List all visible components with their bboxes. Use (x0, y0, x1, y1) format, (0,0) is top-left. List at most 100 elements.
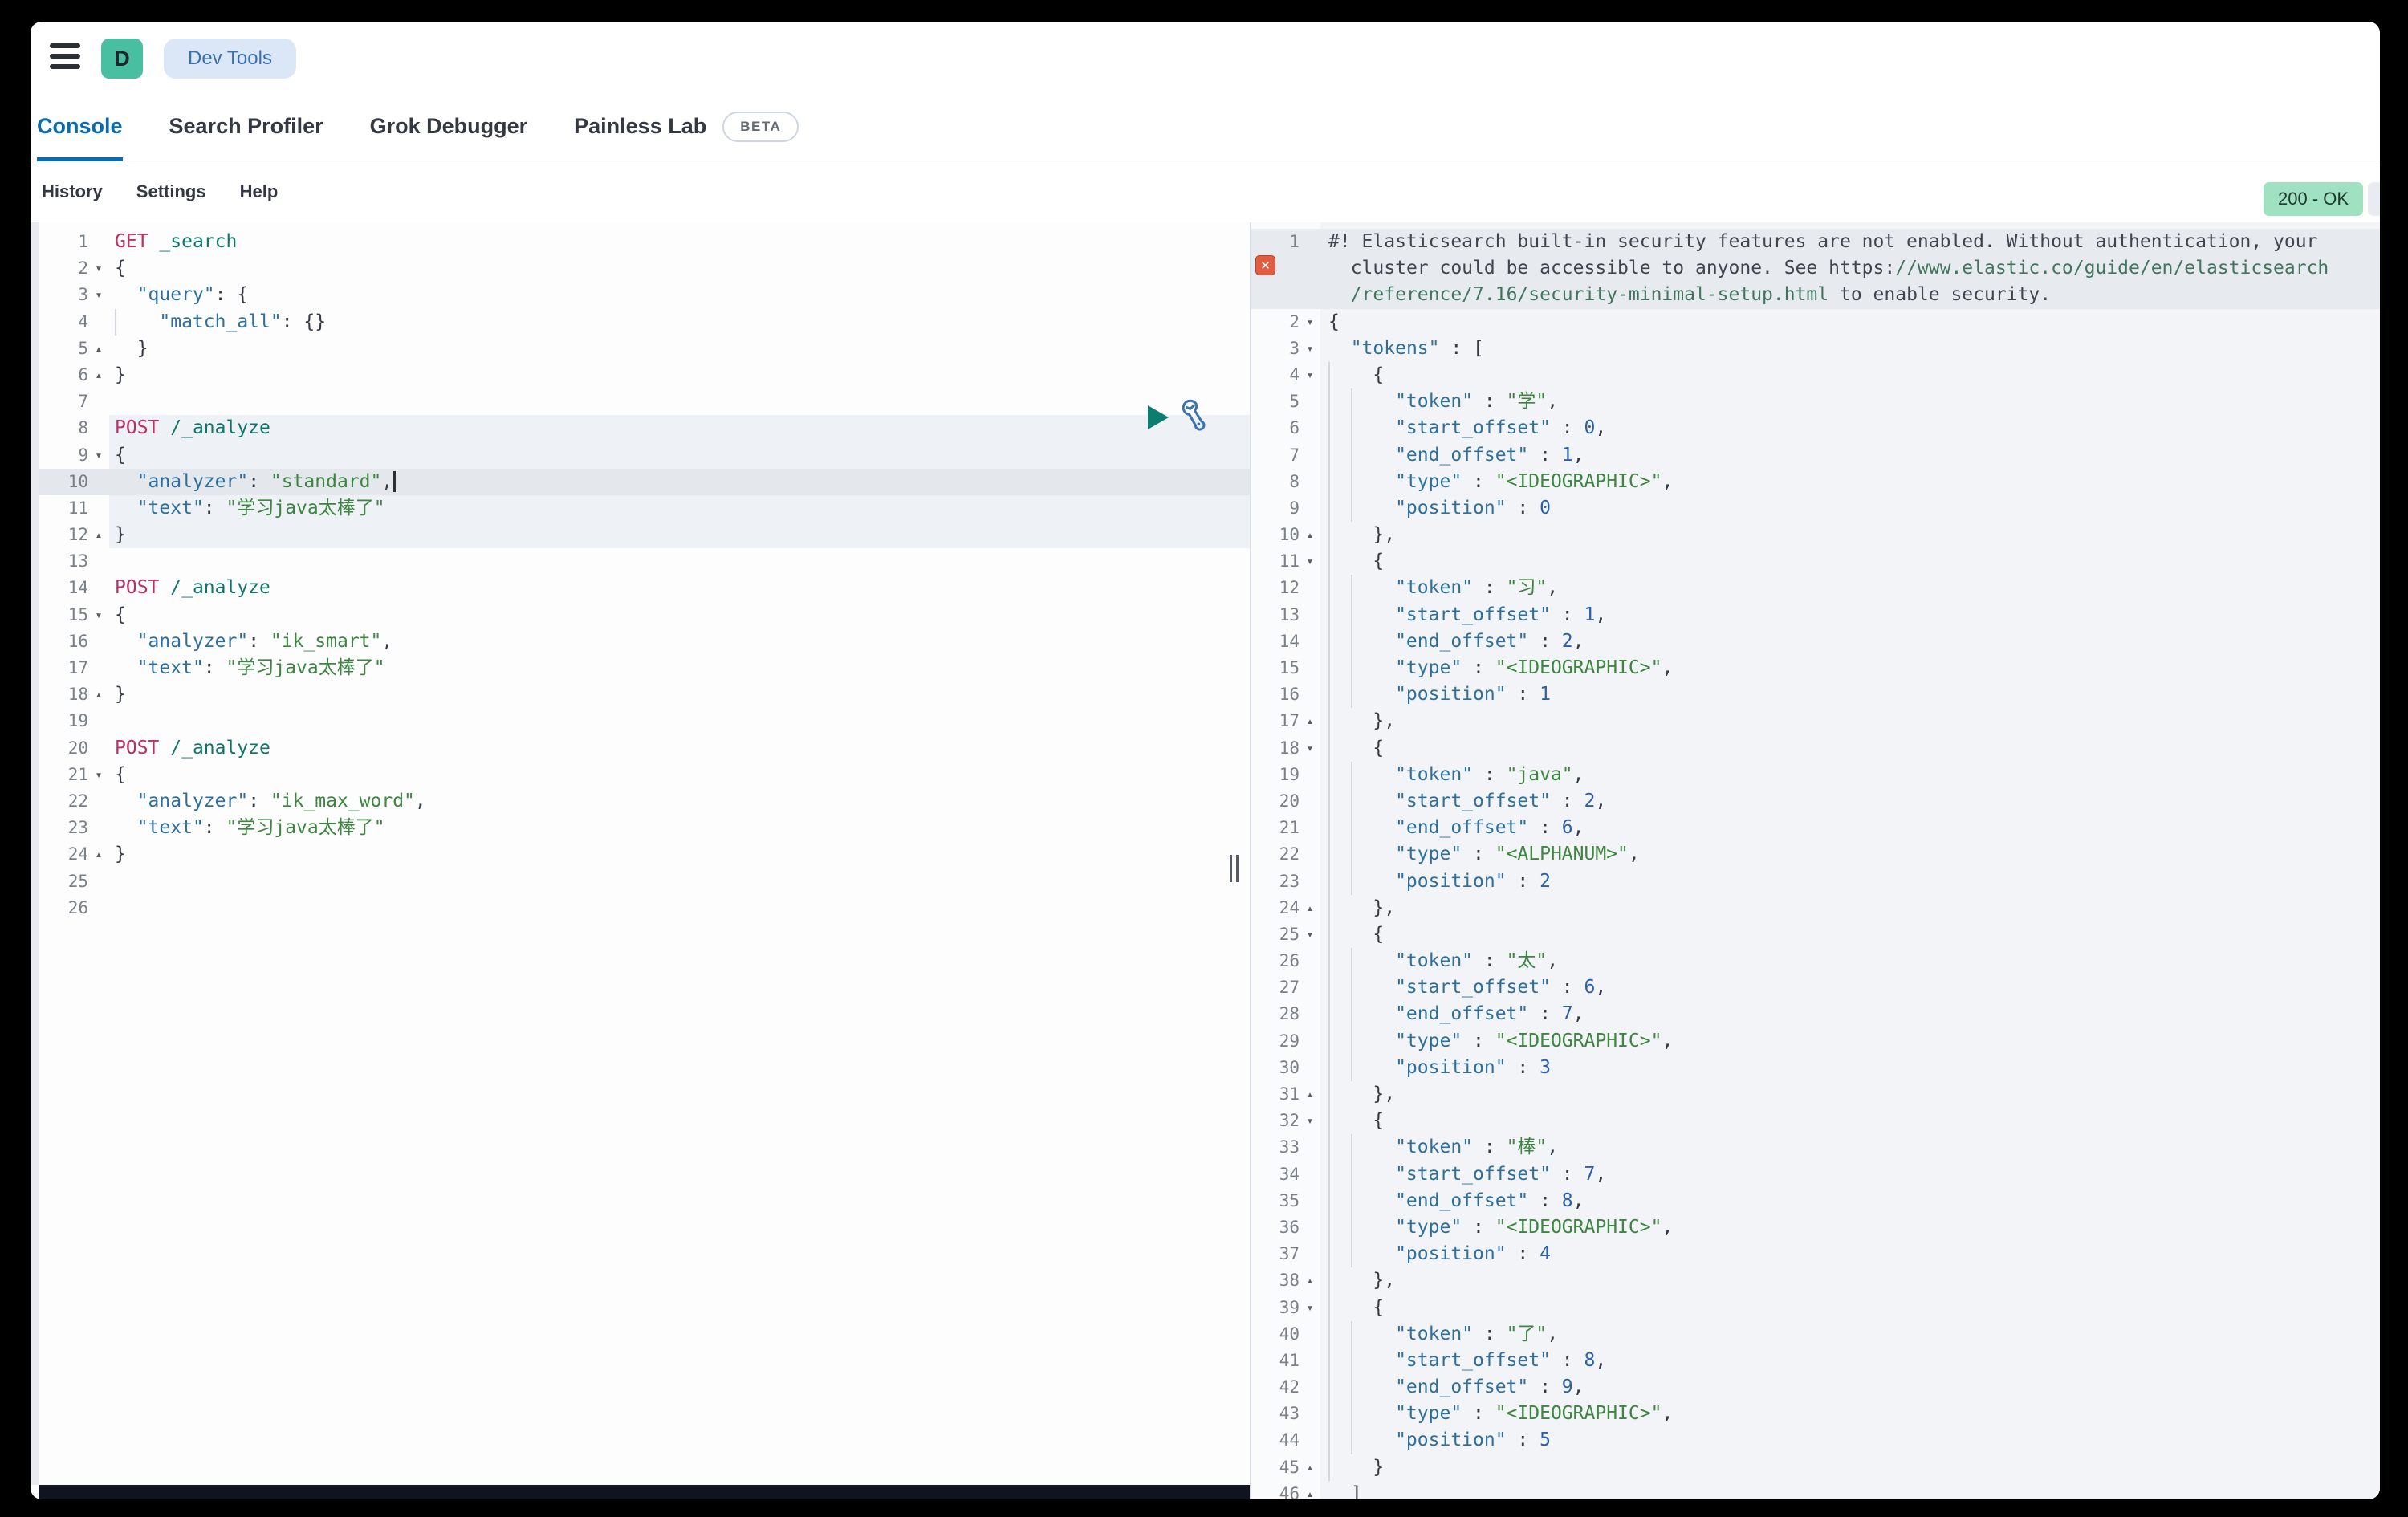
code-content[interactable]: } (109, 681, 1250, 708)
response-code-line[interactable]: 9 "position" : 0 (1251, 495, 2380, 522)
fold-toggle-icon[interactable]: ▴ (1300, 708, 1320, 734)
send-request-play-icon[interactable] (1148, 405, 1169, 429)
code-content[interactable]: "type" : "<ALPHANUM>", (1320, 841, 2380, 868)
response-code-line[interactable]: 31▴ }, (1251, 1081, 2380, 1108)
code-content[interactable]: "text": "学习java太棒了" (109, 815, 1250, 841)
response-code-line[interactable]: 27 "start_offset" : 6, (1251, 974, 2380, 1001)
request-code-line[interactable]: 4 "match_all": {} (39, 309, 1250, 336)
response-code-line[interactable]: 19 "token" : "java", (1251, 762, 2380, 788)
fold-toggle-icon[interactable]: ▾ (88, 282, 109, 308)
code-content[interactable] (109, 388, 1250, 415)
request-code-line[interactable]: 6▴} (39, 362, 1250, 388)
response-code-line[interactable]: 14 "end_offset" : 2, (1251, 628, 2380, 655)
fold-toggle-icon[interactable]: ▴ (88, 841, 109, 868)
response-code-line[interactable]: 12 "token" : "习", (1251, 575, 2380, 601)
request-code-line[interactable]: 7 (39, 388, 1250, 415)
code-content[interactable]: { (1320, 548, 2380, 575)
response-viewer[interactable]: 1#! Elasticsearch built-in security feat… (1251, 222, 2380, 1499)
code-content[interactable]: "token" : "太", (1320, 948, 2380, 974)
tab-grok-debugger[interactable]: Grok Debugger (370, 92, 528, 161)
fold-toggle-icon[interactable]: ▾ (1300, 362, 1320, 388)
request-code-line[interactable]: 12▴} (39, 522, 1250, 548)
menu-history[interactable]: History (42, 181, 103, 202)
code-content[interactable]: } (109, 362, 1250, 388)
request-code-line[interactable]: 22 "analyzer": "ik_max_word", (39, 788, 1250, 815)
code-content[interactable]: "position" : 4 (1320, 1241, 2380, 1267)
code-content[interactable]: "type" : "<IDEOGRAPHIC>", (1320, 655, 2380, 681)
code-content[interactable]: "token" : "棒", (1320, 1134, 2380, 1161)
fold-toggle-icon[interactable]: ▴ (1300, 1454, 1320, 1481)
code-content[interactable]: "token" : "学", (1320, 388, 2380, 415)
request-code-line[interactable]: 2▾{ (39, 255, 1250, 282)
response-code-line[interactable]: 18▾ { (1251, 735, 2380, 762)
code-content[interactable]: POST /_analyze (109, 415, 1250, 441)
fold-toggle-icon[interactable]: ▴ (1300, 522, 1320, 548)
request-code-line[interactable]: 15▾{ (39, 602, 1250, 628)
response-code-line[interactable]: 35 "end_offset" : 8, (1251, 1188, 2380, 1214)
code-content[interactable]: "tokens" : [ (1320, 336, 2380, 362)
code-content[interactable]: "type" : "<IDEOGRAPHIC>", (1320, 1214, 2380, 1241)
code-content[interactable]: "start_offset" : 7, (1320, 1161, 2380, 1188)
code-content[interactable]: } (109, 336, 1250, 362)
response-code-line[interactable]: 46▴ ] (1251, 1481, 2380, 1499)
code-content[interactable]: "start_offset" : 6, (1320, 974, 2380, 1001)
menu-help[interactable]: Help (240, 181, 279, 202)
fold-toggle-icon[interactable]: ▾ (1300, 309, 1320, 336)
tab-search-profiler[interactable]: Search Profiler (169, 92, 323, 161)
code-content[interactable]: "token" : "习", (1320, 575, 2380, 601)
response-code-line[interactable]: 39▾ { (1251, 1295, 2380, 1321)
resize-handle[interactable] (1230, 855, 1247, 884)
request-code-line[interactable]: 23 "text": "学习java太棒了" (39, 815, 1250, 841)
code-content[interactable]: POST /_analyze (109, 575, 1250, 601)
code-content[interactable]: "text": "学习java太棒了" (109, 655, 1250, 681)
code-content[interactable]: "type" : "<IDEOGRAPHIC>", (1320, 1401, 2380, 1427)
response-code-line[interactable]: 21 "end_offset" : 6, (1251, 815, 2380, 841)
code-content[interactable]: { (1320, 921, 2380, 948)
response-code-line[interactable]: 36 "type" : "<IDEOGRAPHIC>", (1251, 1214, 2380, 1241)
response-code-line[interactable]: 17▴ }, (1251, 708, 2380, 734)
request-code-line[interactable]: 14POST /_analyze (39, 575, 1250, 601)
code-content[interactable] (109, 868, 1250, 895)
response-code-line[interactable]: 30 "position" : 3 (1251, 1055, 2380, 1081)
response-code-line[interactable]: 10▴ }, (1251, 522, 2380, 548)
request-code-line[interactable]: 18▴} (39, 681, 1250, 708)
code-content[interactable]: "type" : "<IDEOGRAPHIC>", (1320, 1028, 2380, 1055)
fold-toggle-icon[interactable]: ▾ (1300, 548, 1320, 575)
response-code-line[interactable]: 29 "type" : "<IDEOGRAPHIC>", (1251, 1028, 2380, 1055)
response-code-line[interactable]: 6 "start_offset" : 0, (1251, 415, 2380, 441)
fold-toggle-icon[interactable]: ▴ (1300, 1081, 1320, 1108)
code-content[interactable]: { (1320, 309, 2380, 336)
response-code-line[interactable]: 25▾ { (1251, 921, 2380, 948)
response-code-line[interactable]: 8 "type" : "<IDEOGRAPHIC>", (1251, 469, 2380, 495)
code-content[interactable]: "end_offset" : 1, (1320, 442, 2380, 469)
fold-toggle-icon[interactable]: ▴ (1300, 895, 1320, 921)
code-content[interactable]: "type" : "<IDEOGRAPHIC>", (1320, 469, 2380, 495)
response-code-line[interactable]: 23 "position" : 2 (1251, 868, 2380, 895)
request-code-line[interactable]: 11 "text": "学习java太棒了" (39, 495, 1250, 522)
response-code-line[interactable]: 24▴ }, (1251, 895, 2380, 921)
code-content[interactable]: "start_offset" : 8, (1320, 1348, 2380, 1374)
request-editor[interactable]: 1GET _search2▾{3▾ "query": {4 "match_all… (39, 222, 1250, 1485)
response-code-line[interactable]: 15 "type" : "<IDEOGRAPHIC>", (1251, 655, 2380, 681)
response-code-line[interactable]: 33 "token" : "棒", (1251, 1134, 2380, 1161)
request-code-line[interactable]: 1GET _search (39, 229, 1250, 255)
code-content[interactable]: { (1320, 362, 2380, 388)
response-code-line[interactable]: 7 "end_offset" : 1, (1251, 442, 2380, 469)
fold-toggle-icon[interactable]: ▴ (88, 522, 109, 548)
response-code-line[interactable]: 11▾ { (1251, 548, 2380, 575)
warning-badge-icon[interactable]: ✕ (1255, 255, 1275, 275)
fold-toggle-icon[interactable]: ▾ (1300, 1295, 1320, 1321)
code-content[interactable]: "text": "学习java太棒了" (109, 495, 1250, 522)
fold-toggle-icon[interactable]: ▾ (1300, 735, 1320, 762)
fold-toggle-icon[interactable]: ▾ (88, 255, 109, 282)
code-content[interactable]: ] (1320, 1481, 2380, 1499)
response-code-line[interactable]: 4▾ { (1251, 362, 2380, 388)
code-content[interactable] (109, 708, 1250, 734)
response-code-line[interactable]: 28 "end_offset" : 7, (1251, 1001, 2380, 1027)
request-code-line[interactable]: 21▾{ (39, 762, 1250, 788)
code-content[interactable]: "analyzer": "ik_smart", (109, 628, 1250, 655)
fold-toggle-icon[interactable]: ▴ (88, 362, 109, 388)
code-content[interactable]: { (1320, 1295, 2380, 1321)
code-content[interactable]: "token" : "了", (1320, 1321, 2380, 1348)
code-content[interactable]: { (109, 762, 1250, 788)
